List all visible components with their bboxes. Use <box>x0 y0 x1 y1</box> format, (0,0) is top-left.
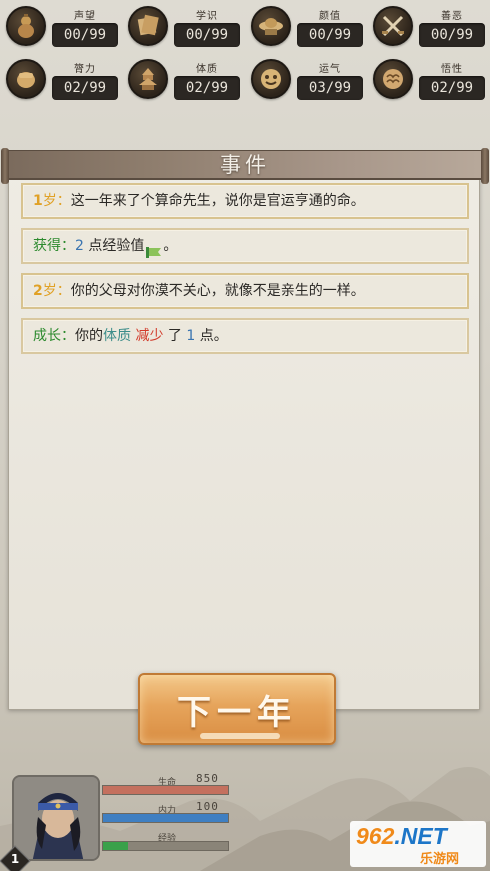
event-age-unit: 岁： <box>42 283 71 299</box>
next-year-button[interactable]: 下一年 <box>138 673 336 745</box>
growth-prefix: 你的 <box>75 328 103 344</box>
stat-label: 体质 <box>196 64 218 75</box>
stat-luck[interactable]: 运气 03/99 <box>245 55 365 105</box>
stat-value: 02/99 <box>52 76 118 100</box>
fortune-face-icon <box>251 59 291 99</box>
stat-value: 00/99 <box>174 23 240 47</box>
gain-label: 获得： <box>33 238 75 254</box>
stat-label: 善恶 <box>441 11 463 22</box>
stat-label: 膂力 <box>74 64 96 75</box>
watermark-logo: 962.NET <box>356 823 447 850</box>
gain-end: 。 <box>163 238 178 254</box>
stat-value: 03/99 <box>297 76 363 100</box>
watermark-sub: 乐游网 <box>420 852 460 867</box>
event-age: 1 <box>33 193 43 209</box>
event-panel: 事件 1岁：这一年来了个算命先生，说你是官运亨通的命。 获得：2 点经验值。 2… <box>1 148 489 710</box>
hp-bar <box>102 785 229 795</box>
avatar <box>14 777 98 859</box>
gain-amount: 2 <box>75 238 84 254</box>
gain-text: 点经验值 <box>83 238 145 254</box>
event-entry: 2岁：你的父母对你漠不关心，就像不是亲生的一样。 <box>21 273 469 309</box>
event-text: 这一年来了个算命先生，说你是官运亨通的命。 <box>70 193 365 209</box>
watermark-brand: 962 <box>356 823 395 849</box>
panel-header: 事件 <box>1 148 489 184</box>
stat-insight[interactable]: 悟性 02/99 <box>367 55 487 105</box>
growth-attribute: 体质 <box>103 328 131 344</box>
stat-strength[interactable]: 膂力 02/99 <box>0 55 120 105</box>
fist-icon <box>6 59 46 99</box>
event-entry: 1岁：这一年来了个算命先生，说你是官运亨通的命。 <box>21 183 469 219</box>
event-entry: 获得：2 点经验值 。 <box>21 228 469 264</box>
crossed-swords-icon <box>373 6 413 46</box>
pagoda-icon <box>128 59 168 99</box>
stat-label: 悟性 <box>441 64 463 75</box>
next-year-label: 下一年 <box>177 692 297 733</box>
watermark-net: .NET <box>394 823 447 849</box>
stat-value: 02/99 <box>419 76 485 100</box>
growth-amount: 1 <box>186 328 196 344</box>
hp-value: 850 <box>196 772 219 785</box>
stat-reputation[interactable]: 声望 00/99 <box>0 2 120 52</box>
stat-label: 运气 <box>319 64 341 75</box>
growth-direction: 减少 <box>135 328 164 344</box>
character-portrait[interactable] <box>12 775 100 861</box>
stat-value: 02/99 <box>174 76 240 100</box>
stat-value: 00/99 <box>419 23 485 47</box>
stat-looks[interactable]: 颜值 00/99 <box>245 2 365 52</box>
panel-title: 事件 <box>220 153 270 177</box>
stat-constitution[interactable]: 体质 02/99 <box>122 55 242 105</box>
growth-end: 点。 <box>195 328 228 344</box>
level-number: 1 <box>10 852 20 866</box>
stat-label: 声望 <box>74 11 96 22</box>
growth-mid: 了 <box>163 328 187 344</box>
mp-bar <box>102 813 229 823</box>
hp-bar-fill <box>103 786 228 794</box>
stat-morality[interactable]: 善恶 00/99 <box>367 2 487 52</box>
mp-bar-fill <box>103 814 228 822</box>
gourd-icon <box>6 6 46 46</box>
event-age: 2 <box>33 283 43 299</box>
event-entry: 成长：你的体质 减少 了 1 点。 <box>21 318 469 354</box>
stats-grid: 声望 00/99 学识 00/99 颜值 00/99 善恶 00/99 膂力 0… <box>0 0 490 110</box>
scroll-icon <box>128 6 168 46</box>
growth-label: 成长： <box>33 328 75 344</box>
xp-bar-fill <box>103 842 128 850</box>
button-flourish <box>200 733 280 739</box>
mp-value: 100 <box>196 800 219 813</box>
event-text: 你的父母对你漠不关心，就像不是亲生的一样。 <box>70 283 365 299</box>
site-watermark: 962.NET 乐游网 <box>350 821 486 867</box>
event-age-unit: 岁： <box>42 193 71 209</box>
straw-hat-icon <box>251 6 291 46</box>
experience-icon <box>145 239 163 258</box>
brain-icon <box>373 59 413 99</box>
stat-value: 00/99 <box>52 23 118 47</box>
stat-label: 颜值 <box>319 11 341 22</box>
stat-label: 学识 <box>196 11 218 22</box>
stat-knowledge[interactable]: 学识 00/99 <box>122 2 242 52</box>
stat-value: 00/99 <box>297 23 363 47</box>
xp-bar <box>102 841 229 851</box>
